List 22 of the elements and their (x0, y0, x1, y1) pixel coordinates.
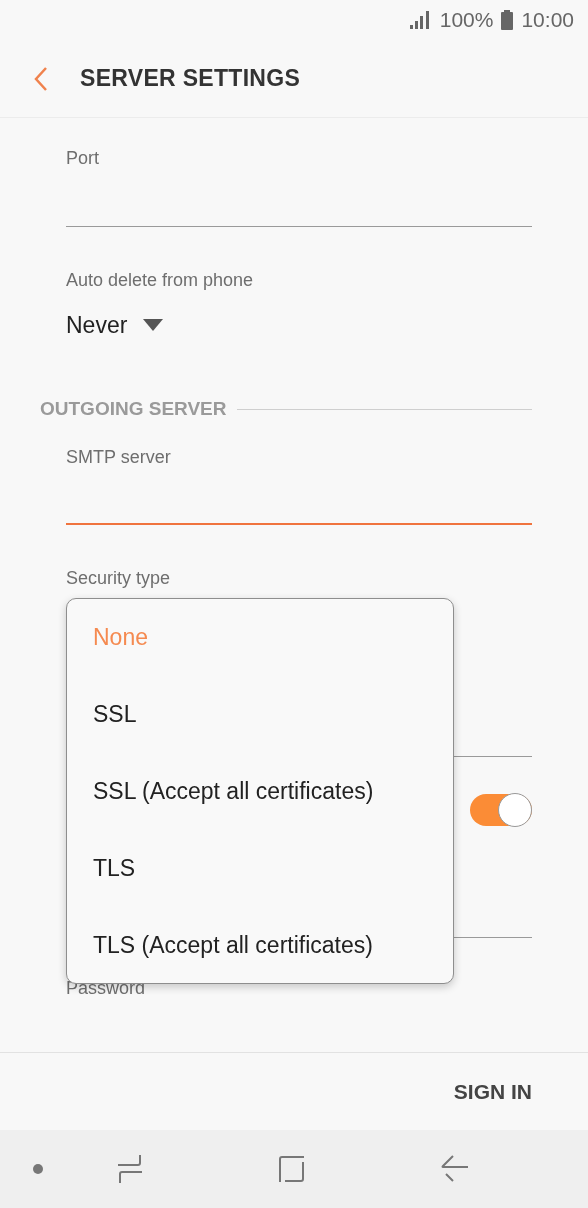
battery-percentage: 100% (439, 7, 494, 34)
field-label: Password (66, 977, 147, 1000)
sign-in-button[interactable]: SIGN IN (453, 1075, 532, 1108)
section-header: OUTGOING SERVER (40, 397, 227, 421)
field-label: SMTP server (66, 446, 172, 469)
field-label: Auto delete from phone (66, 269, 255, 292)
menu-item[interactable]: SSL (Accept all certificates) (67, 753, 453, 830)
caret-icon (143, 319, 164, 331)
field-label: Security type (66, 567, 172, 590)
signal-icon (409, 11, 432, 29)
dot-icon (32, 1163, 44, 1175)
clock-time: 10:00 (521, 7, 574, 34)
back-icon[interactable] (441, 1155, 469, 1183)
recent-apps-icon[interactable] (117, 1154, 143, 1184)
battery-icon (501, 10, 514, 30)
toggle-switch[interactable] (470, 794, 532, 826)
home-icon[interactable] (279, 1155, 305, 1183)
page-title: SERVER SETTINGS (80, 64, 301, 94)
menu-item[interactable]: SSL (67, 676, 453, 753)
dropdown-select[interactable]: Never (66, 310, 164, 340)
menu-item[interactable]: TLS (67, 830, 453, 907)
field-label: Port (66, 147, 100, 170)
